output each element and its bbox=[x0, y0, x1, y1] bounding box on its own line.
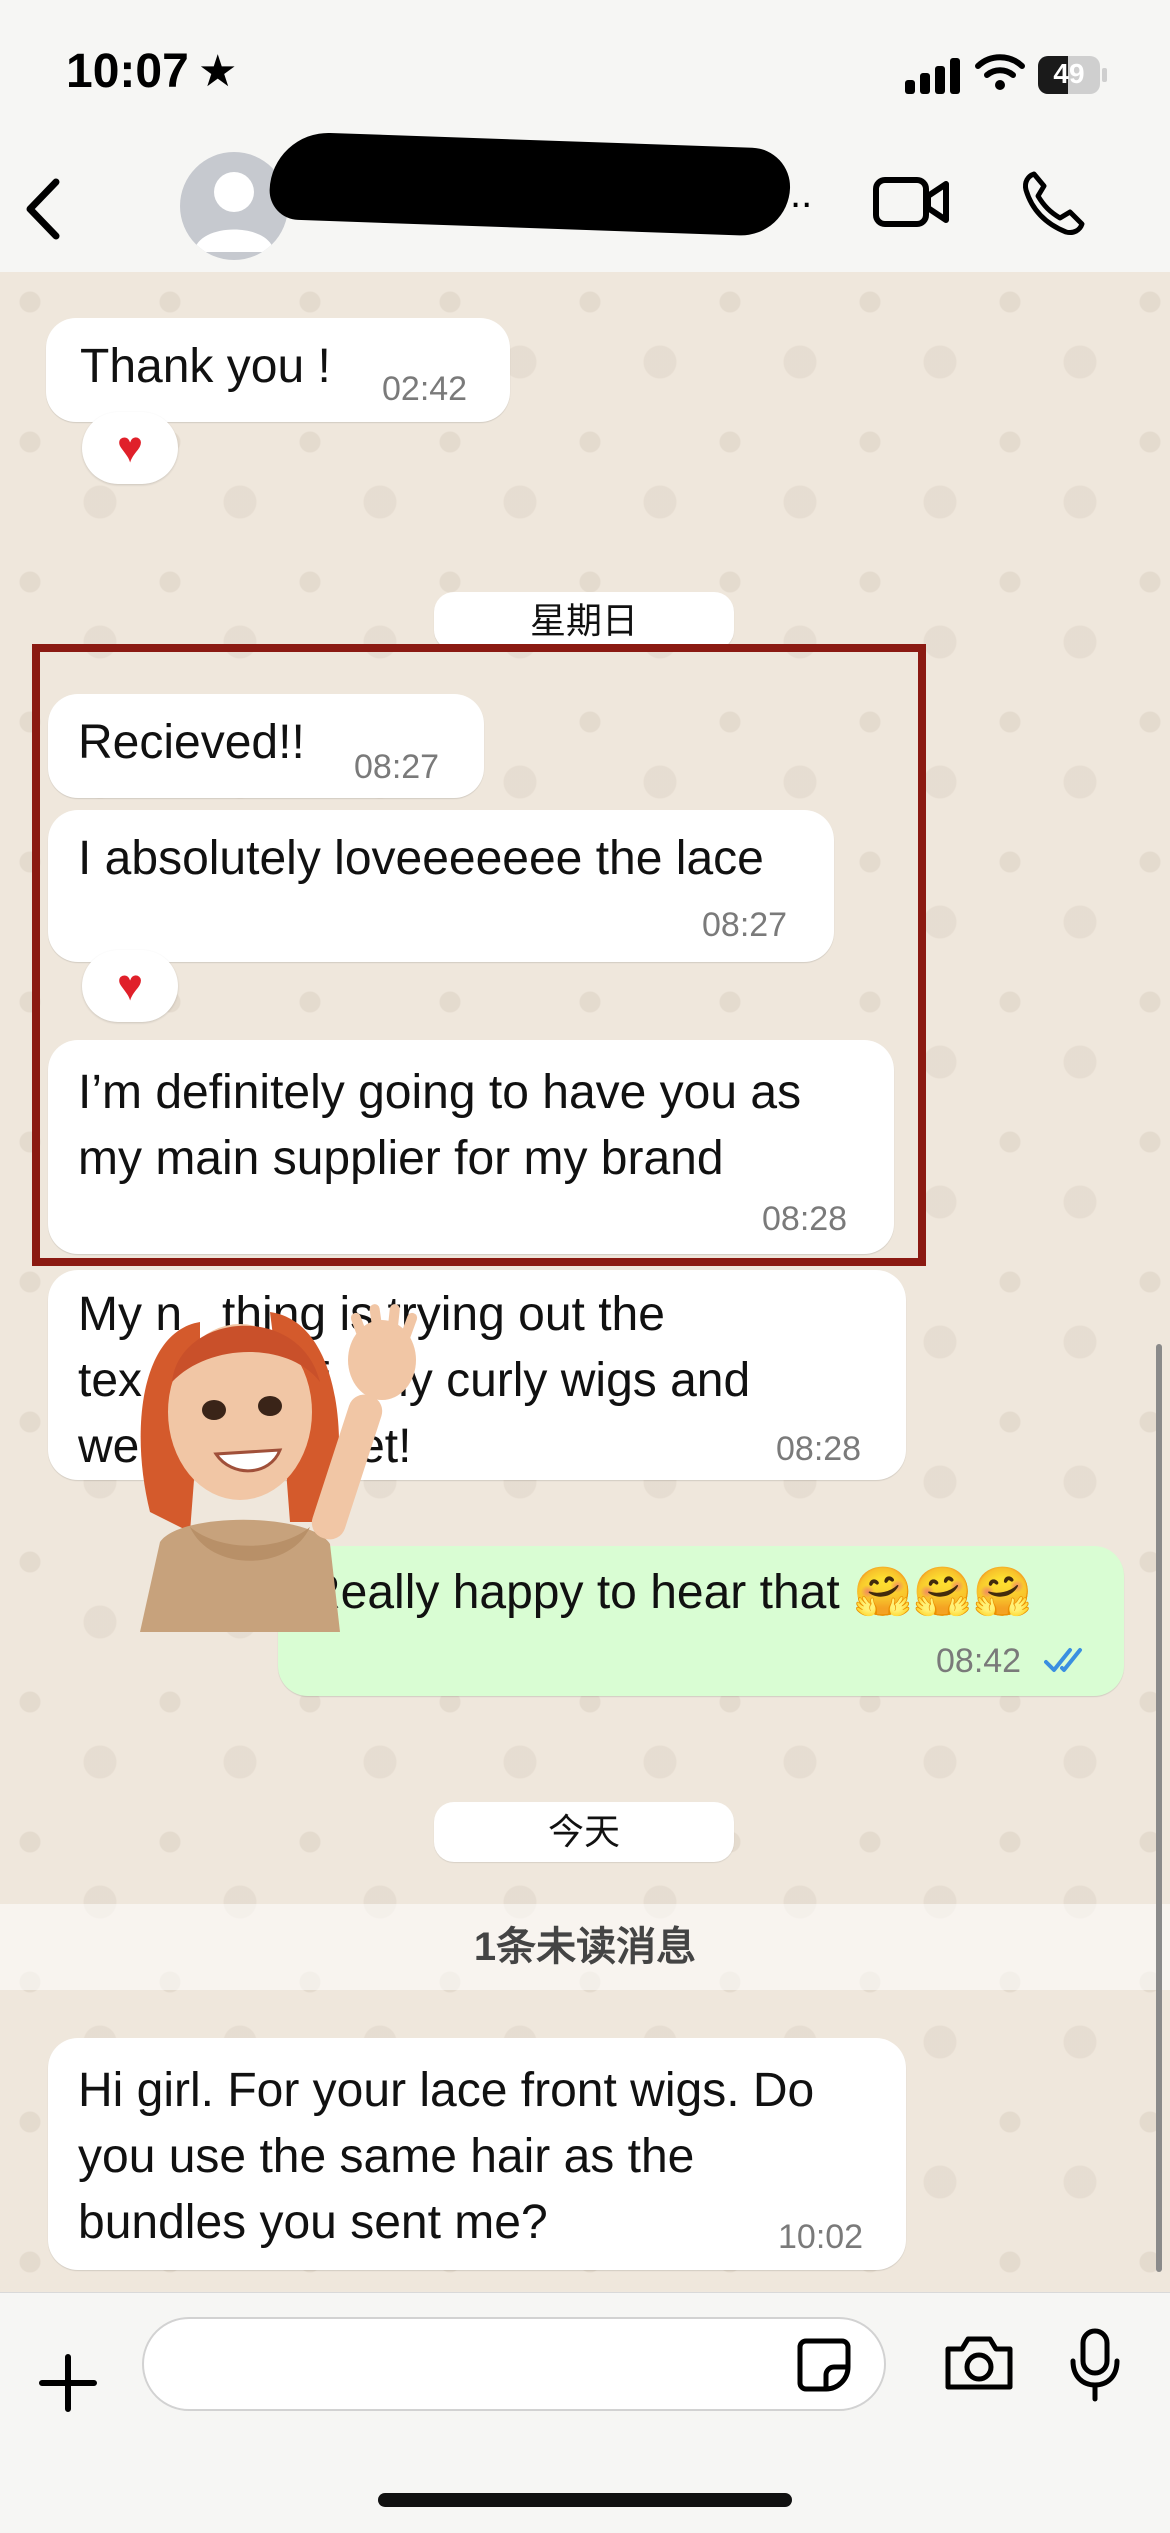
status-bar: 10:07 ★ 49 bbox=[0, 0, 1170, 150]
cellular-signal-icon bbox=[905, 58, 960, 94]
video-icon[interactable] bbox=[872, 170, 952, 234]
read-receipt-icon bbox=[1044, 1648, 1082, 1672]
redacted-contact-name[interactable] bbox=[268, 130, 792, 238]
battery-indicator: 49 bbox=[1038, 56, 1108, 94]
date-separator: 星期日 bbox=[434, 592, 734, 650]
home-indicator bbox=[378, 2493, 792, 2507]
highlight-frame bbox=[32, 644, 926, 1266]
message-text: Hi girl. For your lace front wigs. Do yo… bbox=[78, 2064, 815, 2249]
message-time: 02:42 bbox=[382, 370, 468, 408]
chat-header: .. bbox=[0, 130, 1170, 273]
message-bubble[interactable]: Thank you ! 02:42 bbox=[46, 318, 510, 422]
contact-avatar[interactable] bbox=[180, 152, 288, 260]
plus-icon[interactable] bbox=[38, 2353, 98, 2413]
phone-icon[interactable] bbox=[1020, 168, 1086, 238]
date-separator: 今天 bbox=[434, 1802, 734, 1862]
message-input[interactable] bbox=[142, 2317, 886, 2411]
unread-messages-banner: 1条未读消息 bbox=[0, 1904, 1170, 1990]
wifi-icon bbox=[975, 54, 1025, 90]
message-time: 08:28 bbox=[776, 1430, 862, 1468]
sticker-icon[interactable] bbox=[796, 2337, 852, 2393]
message-time: 10:02 bbox=[778, 2218, 864, 2256]
memoji-sticker[interactable] bbox=[120, 1282, 430, 1632]
chevron-left-icon[interactable] bbox=[20, 174, 64, 244]
heart-reaction-icon[interactable]: ♥ bbox=[82, 412, 178, 484]
microphone-icon[interactable] bbox=[1068, 2327, 1122, 2403]
camera-icon[interactable] bbox=[942, 2333, 1016, 2393]
message-text: Thank you ! bbox=[80, 340, 331, 393]
star-icon: ★ bbox=[198, 47, 238, 96]
message-bubble[interactable]: Hi girl. For your lace front wigs. Do yo… bbox=[48, 2038, 906, 2270]
message-input-bar bbox=[0, 2292, 1170, 2533]
contact-name-overflow: .. bbox=[790, 172, 813, 216]
status-time: 10:07 bbox=[66, 45, 189, 98]
message-time: 08:42 bbox=[936, 1642, 1022, 1680]
chat-scrollbar[interactable] bbox=[1156, 1344, 1162, 2272]
battery-percent: 49 bbox=[1053, 58, 1085, 89]
chat-messages[interactable]: Thank you ! 02:42 ♥ 星期日 Recieved!! 08:27… bbox=[0, 272, 1170, 2292]
